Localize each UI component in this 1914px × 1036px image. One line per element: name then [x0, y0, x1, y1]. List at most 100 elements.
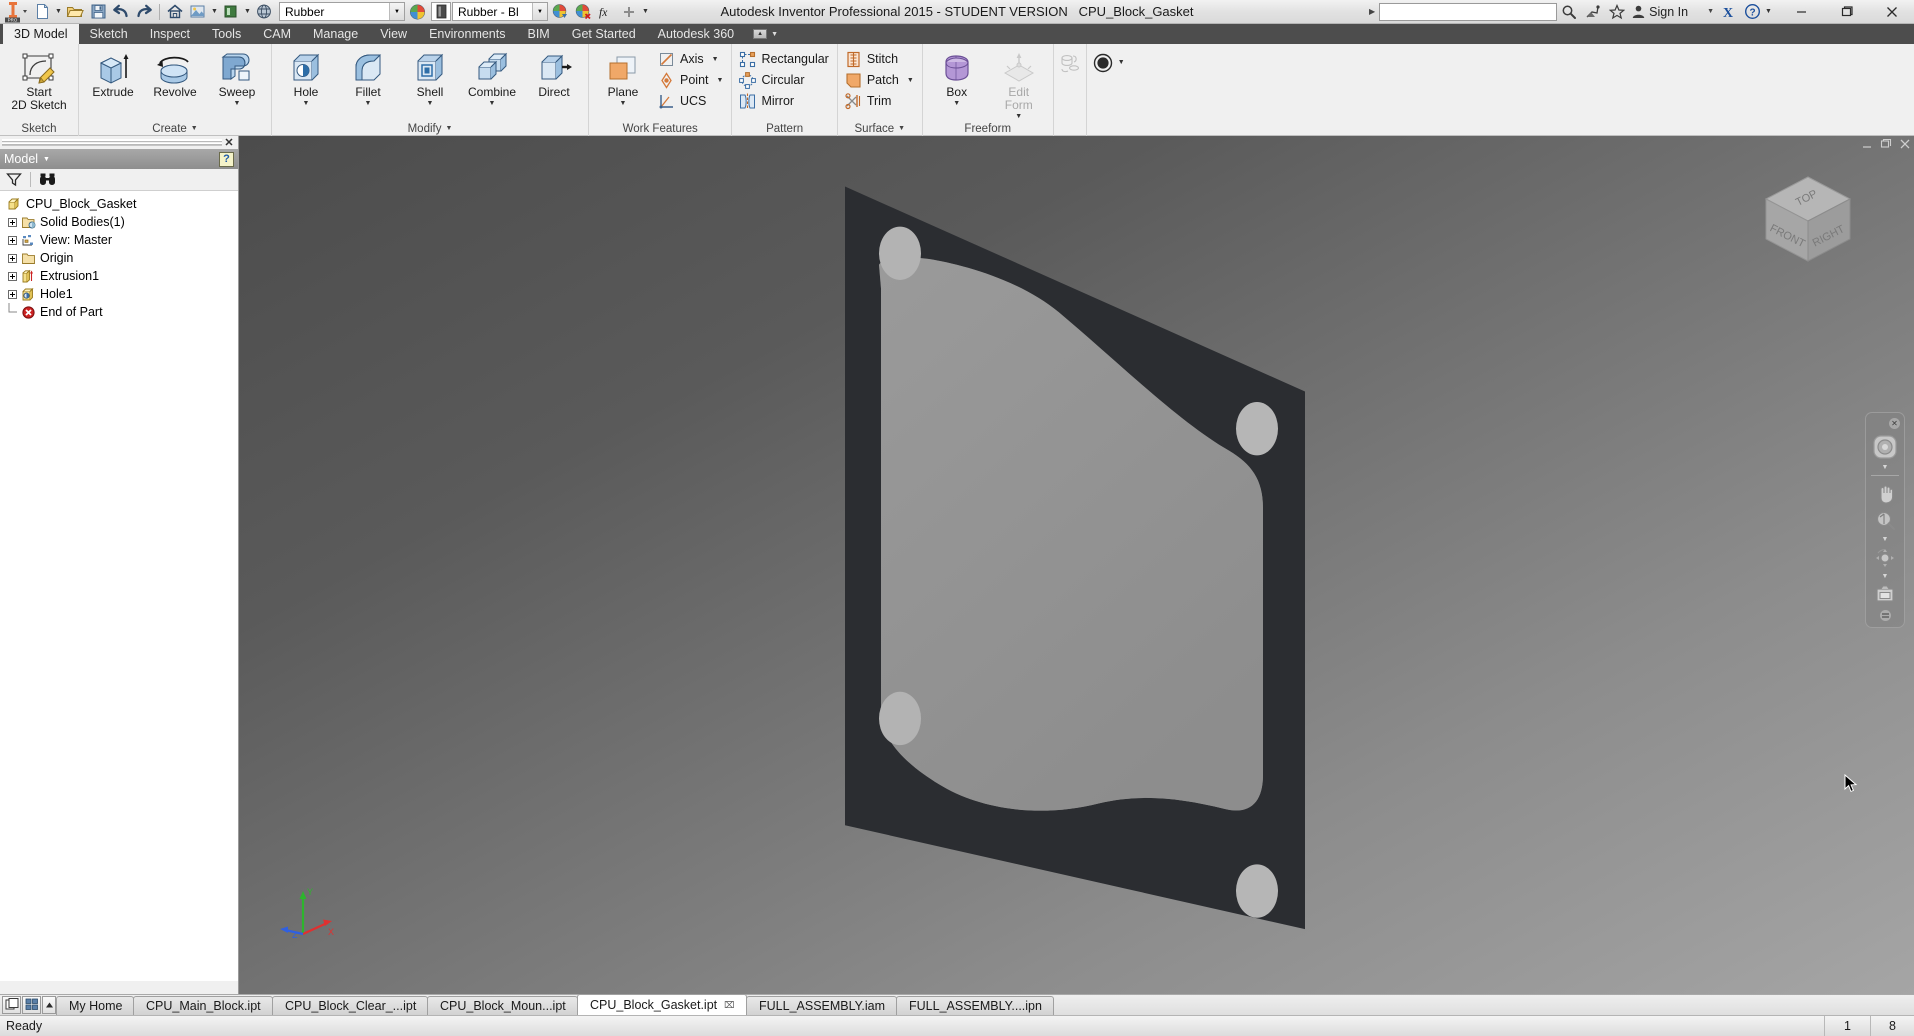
axis-button[interactable]: Axis ▼ — [654, 49, 728, 69]
convert-to-sheet-metal-button[interactable] — [1057, 50, 1083, 76]
ucs-button[interactable]: UCS — [654, 91, 728, 111]
ribbon-options-caret-icon[interactable]: ▼ — [771, 31, 778, 38]
zoom-dropdown-icon[interactable]: ▼ — [1882, 535, 1889, 544]
viewport-close-icon[interactable] — [1899, 138, 1911, 153]
shell-button[interactable]: Shell ▼ — [399, 46, 461, 109]
home-view-button[interactable] — [164, 1, 186, 23]
tab-tools[interactable]: Tools — [201, 24, 252, 44]
material-button[interactable] — [220, 1, 242, 23]
help-dropdown-icon[interactable]: ▼ — [1764, 1, 1773, 23]
doc-tab-cpu-main-block[interactable]: CPU_Main_Block.ipt — [133, 996, 274, 1015]
box-button[interactable]: Box ▼ — [926, 46, 988, 109]
open-document-button[interactable] — [64, 1, 86, 23]
ribbon-display-options[interactable]: ▲ ▼ — [745, 24, 786, 44]
search-input[interactable] — [1379, 2, 1558, 21]
clear-appearance-button[interactable] — [572, 1, 594, 23]
material-icon-box[interactable] — [431, 2, 451, 21]
save-document-button[interactable] — [87, 1, 109, 23]
browser-drag-grip[interactable]: ✕ — [0, 136, 238, 149]
doc-tab-cpu-block-gasket[interactable]: CPU_Block_Gasket.ipt ⌧ — [577, 994, 747, 1015]
shell-dropdown-icon[interactable]: ▼ — [427, 100, 434, 108]
sign-in-dropdown-icon[interactable]: ▼ — [1707, 8, 1714, 15]
extrude-button[interactable]: Extrude — [82, 46, 144, 100]
tab-sketch[interactable]: Sketch — [79, 24, 139, 44]
orbit-button[interactable] — [1868, 544, 1902, 572]
visual-style-globe-button[interactable] — [253, 1, 275, 23]
minimize-window-button[interactable] — [1779, 0, 1824, 24]
appearance-combo[interactable]: Rubber ▼ — [279, 2, 405, 21]
combine-dropdown-icon[interactable]: ▼ — [489, 100, 496, 108]
tab-environments[interactable]: Environments — [418, 24, 516, 44]
zoom-button[interactable] — [1868, 507, 1902, 535]
plane-dropdown-icon[interactable]: ▼ — [620, 100, 627, 108]
doc-tab-cpu-block-moun[interactable]: CPU_Block_Moun...ipt — [427, 996, 579, 1015]
axis-dropdown-icon[interactable]: ▼ — [712, 56, 719, 63]
patch-dropdown-icon[interactable]: ▼ — [907, 77, 914, 84]
viewport-restore-icon[interactable] — [1880, 138, 1892, 153]
favorites-star-icon[interactable] — [1605, 1, 1629, 23]
tab-manage[interactable]: Manage — [302, 24, 369, 44]
graphics-viewport[interactable]: TOP FRONT RIGHT ✕ ▼ ▼ ▼ X Z Y — [239, 136, 1914, 994]
trim-button[interactable]: Trim — [841, 91, 919, 111]
panel-surface-caret-icon[interactable]: ▼ — [898, 125, 905, 132]
material-combo[interactable]: Rubber - Bl ▼ — [452, 2, 548, 21]
tree-node-view-master[interactable]: View: Master — [0, 231, 238, 249]
fillet-dropdown-icon[interactable]: ▼ — [365, 100, 372, 108]
mirror-button[interactable]: Mirror — [735, 91, 833, 111]
navbar-close-icon[interactable]: ✕ — [1889, 418, 1900, 429]
point-dropdown-icon[interactable]: ▼ — [717, 77, 724, 84]
cascade-windows-button[interactable] — [22, 995, 41, 1014]
combine-button[interactable]: Combine ▼ — [461, 46, 523, 109]
panel-create-caret-icon[interactable]: ▼ — [191, 125, 198, 132]
help-icon[interactable]: ? — [1740, 1, 1764, 23]
fillet-button[interactable]: Fillet ▼ — [337, 46, 399, 109]
adjust-appearance-button[interactable] — [549, 1, 571, 23]
doc-tab-full-assembly-iam[interactable]: FULL_ASSEMBLY.iam — [745, 996, 897, 1015]
tab-autodesk-360[interactable]: Autodesk 360 — [647, 24, 745, 44]
edit-form-dropdown-icon[interactable]: ▼ — [1015, 113, 1022, 121]
sign-in-button[interactable]: Sign In ▼ — [1629, 4, 1716, 19]
tree-node-extrusion1[interactable]: Extrusion1 — [0, 267, 238, 285]
appearance-dropdown-icon[interactable]: ▼ — [210, 1, 219, 23]
redo-button[interactable] — [133, 1, 155, 23]
search-magnifier-icon[interactable] — [1557, 1, 1581, 23]
tile-windows-button[interactable] — [2, 995, 21, 1014]
filter-button[interactable] — [3, 170, 25, 190]
sweep-dropdown-icon[interactable]: ▼ — [234, 100, 241, 108]
tree-node-hole1[interactable]: Hole1 — [0, 285, 238, 303]
autodesk-exchange-icon[interactable]: X — [1716, 1, 1740, 23]
doc-tab-my-home[interactable]: My Home — [56, 996, 135, 1015]
material-dropdown-icon[interactable]: ▼ — [243, 1, 252, 23]
expand-origin-icon[interactable] — [4, 249, 20, 267]
panel-title-modify[interactable]: Modify ▼ — [272, 121, 588, 136]
start-2d-sketch-button[interactable]: Start 2D Sketch — [3, 46, 75, 113]
inventor-pro-logo-icon[interactable]: PRO — [2, 0, 30, 24]
tab-inspect[interactable]: Inspect — [139, 24, 201, 44]
look-at-button[interactable] — [1868, 581, 1902, 607]
new-document-dropdown-icon[interactable]: ▼ — [54, 1, 63, 23]
expand-hole1-icon[interactable] — [4, 285, 20, 303]
doc-tab-cpu-block-clear[interactable]: CPU_Block_Clear_...ipt — [272, 996, 429, 1015]
view-cube[interactable]: TOP FRONT RIGHT — [1752, 161, 1864, 273]
hole-button[interactable]: Hole ▼ — [275, 46, 337, 109]
revolve-button[interactable]: Revolve — [144, 46, 206, 100]
navbar-options-icon[interactable] — [1879, 610, 1891, 621]
tab-get-started[interactable]: Get Started — [561, 24, 647, 44]
visual-style-button[interactable] — [1090, 50, 1116, 76]
expand-extrusion1-icon[interactable] — [4, 267, 20, 285]
direct-button[interactable]: Direct — [523, 46, 585, 100]
tab-bim[interactable]: BIM — [517, 24, 561, 44]
ribbon-minimize-icon[interactable]: ▲ — [753, 29, 768, 39]
material-combo-caret-icon[interactable]: ▼ — [532, 3, 547, 20]
expand-view-master-icon[interactable] — [4, 231, 20, 249]
tab-view[interactable]: View — [369, 24, 418, 44]
find-button[interactable] — [36, 170, 58, 190]
sweep-button[interactable]: Sweep ▼ — [206, 46, 268, 109]
appearance-sphere-button[interactable] — [187, 1, 209, 23]
tree-node-origin[interactable]: Origin — [0, 249, 238, 267]
hole-dropdown-icon[interactable]: ▼ — [303, 100, 310, 108]
viewport-minimize-icon[interactable] — [1861, 138, 1873, 153]
search-expand-icon[interactable]: ▶ — [1365, 7, 1379, 16]
doc-tab-close-icon[interactable]: ⌧ — [724, 1000, 734, 1011]
customize-qat-dropdown-icon[interactable]: ▼ — [641, 1, 650, 23]
